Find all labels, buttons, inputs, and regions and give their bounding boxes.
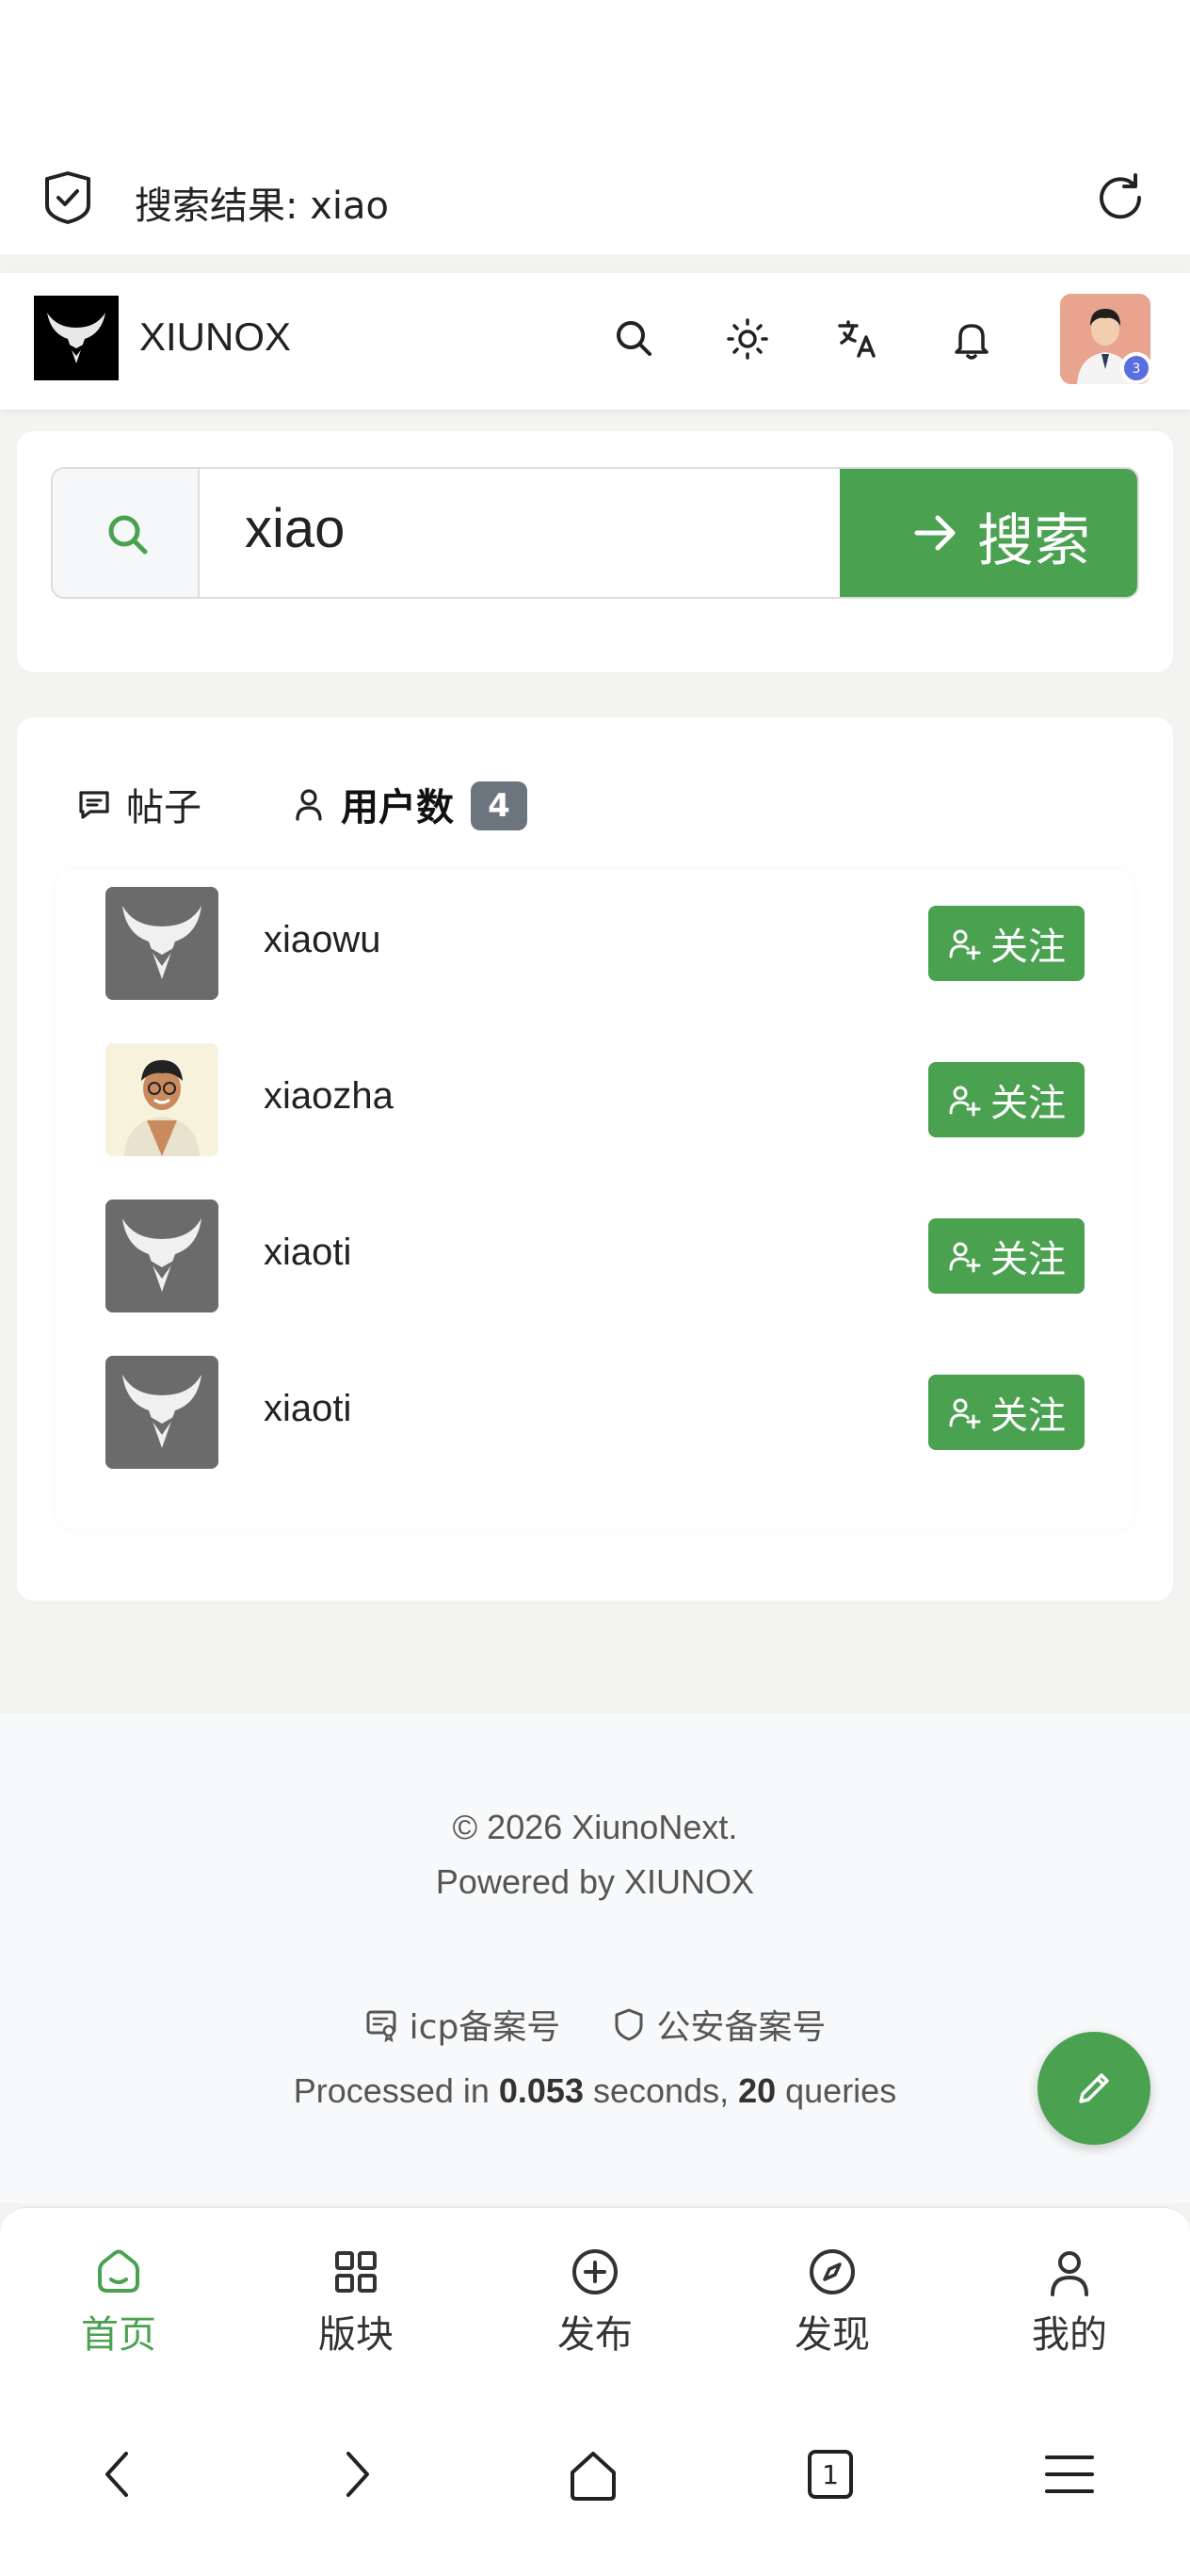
cartoon-man-icon (105, 1043, 218, 1156)
menu-icon[interactable] (1036, 2440, 1103, 2508)
browser-nav-bar: 1 (0, 2367, 1190, 2576)
browser-title-bar: 搜索结果: xiao (0, 141, 1190, 254)
bottom-tab-bar: 首页 版块 发布 发现 我的 (0, 2207, 1190, 2367)
notification-badge: 3 (1120, 352, 1152, 384)
back-icon[interactable] (85, 2440, 153, 2508)
compose-fab-button[interactable] (1037, 2032, 1150, 2145)
svg-text:3: 3 (1133, 362, 1141, 377)
search-button-label: 搜索 (977, 508, 1090, 574)
tab-me[interactable]: 我的 (985, 2246, 1154, 2359)
avatar[interactable] (105, 1043, 218, 1156)
bull-logo-icon (105, 1356, 218, 1469)
site-footer: © 2026 XiunoNext. Powered by XIUNOX icp备… (0, 1714, 1190, 2203)
tab-users-label: 用户数 (341, 786, 454, 829)
user-plus-icon (949, 1242, 981, 1273)
forward-icon[interactable] (322, 2440, 390, 2508)
search-card: xiao 搜索 (17, 431, 1173, 672)
avatar[interactable] (105, 887, 218, 1000)
avatar[interactable] (105, 1356, 218, 1469)
user-plus-icon (949, 1398, 981, 1429)
tab-home[interactable]: 首页 (34, 2246, 203, 2359)
user-plus-icon (949, 929, 981, 960)
tab-discover[interactable]: 发现 (748, 2246, 917, 2359)
user-count-badge: 4 (471, 781, 527, 830)
search-button[interactable]: 搜索 (840, 469, 1137, 597)
list-item: xiaoti 关注 (56, 1183, 1134, 1339)
bull-logo-icon (105, 887, 218, 1000)
user-list: xiaowu 关注 xiaozha 关注 xiaoti 关注 xiaoti 关注 (56, 870, 1134, 1529)
home-nav-icon[interactable] (559, 2440, 627, 2508)
avatar[interactable] (105, 1199, 218, 1312)
site-logo[interactable] (34, 296, 119, 380)
list-item: xiaozha 关注 (56, 1026, 1134, 1183)
plus-circle-icon (572, 2249, 618, 2294)
user-name[interactable]: xiaoti (264, 1232, 351, 1274)
tab-posts[interactable]: 帖子 (75, 776, 201, 832)
tab-forums[interactable]: 版块 (271, 2246, 441, 2359)
page-title: 搜索结果: xiao (135, 185, 389, 228)
svg-text:1: 1 (822, 2459, 839, 2490)
results-card: 帖子 用户数 4 xiaowu 关注 xiaozha 关注 xiaoti 关注 … (17, 717, 1173, 1601)
tab-users[interactable]: 用户数 (290, 776, 454, 832)
user-name[interactable]: xiaozha (264, 1075, 394, 1118)
bull-logo-icon (47, 313, 105, 363)
follow-button[interactable]: 关注 (928, 1062, 1085, 1137)
user-icon (1051, 2251, 1088, 2296)
bull-logo-icon (105, 1199, 218, 1312)
powered-by-text: Powered by XIUNOX (435, 1862, 755, 1901)
tabs-button[interactable]: 1 (796, 2440, 864, 2508)
footer-links: icp备案号 公安备案号 (0, 2000, 1190, 2049)
reload-icon[interactable] (1092, 169, 1149, 226)
site-brand[interactable]: XIUNOX (139, 314, 291, 360)
user-name[interactable]: xiaowu (264, 919, 381, 961)
tabs-icon: 1 (808, 2450, 853, 2499)
tab-publish[interactable]: 发布 (510, 2246, 680, 2359)
search-addon (53, 469, 200, 597)
sun-icon[interactable] (721, 313, 774, 365)
copyright-text: © 2026 XiunoNext. (452, 1808, 738, 1846)
shield-icon (615, 2008, 643, 2041)
site-header: XIUNOX 3 (0, 273, 1190, 411)
user-icon (296, 789, 322, 821)
tab-posts-label: 帖子 (126, 786, 201, 829)
icp-link[interactable]: icp备案号 (364, 2000, 560, 2049)
list-item: xiaoti 关注 (56, 1339, 1134, 1495)
follow-button[interactable]: 关注 (928, 906, 1085, 981)
grid-icon (335, 2251, 377, 2293)
bell-icon[interactable] (945, 313, 998, 365)
arrow-right-icon (914, 515, 956, 551)
certificate-icon (366, 2010, 396, 2042)
list-item: xiaowu 关注 (56, 870, 1134, 1026)
processed-info: Processed in 0.053 seconds, 20 queries (293, 2071, 897, 2110)
search-form: xiao 搜索 (51, 467, 1139, 599)
search-icon (108, 515, 148, 555)
search-input[interactable]: xiao (245, 497, 345, 560)
user-plus-icon (949, 1086, 981, 1117)
follow-button[interactable]: 关注 (928, 1375, 1085, 1450)
translate-icon[interactable] (832, 313, 885, 365)
shield-check-icon[interactable] (41, 169, 94, 226)
home-icon (98, 2249, 139, 2293)
search-icon[interactable] (608, 313, 661, 365)
user-name[interactable]: xiaoti (264, 1388, 351, 1430)
police-record-link[interactable]: 公安备案号 (611, 2000, 826, 2049)
status-bar (0, 0, 1190, 141)
compass-icon (810, 2249, 855, 2294)
message-icon (79, 791, 109, 819)
pencil-icon (1079, 2073, 1109, 2103)
follow-button[interactable]: 关注 (928, 1218, 1085, 1294)
